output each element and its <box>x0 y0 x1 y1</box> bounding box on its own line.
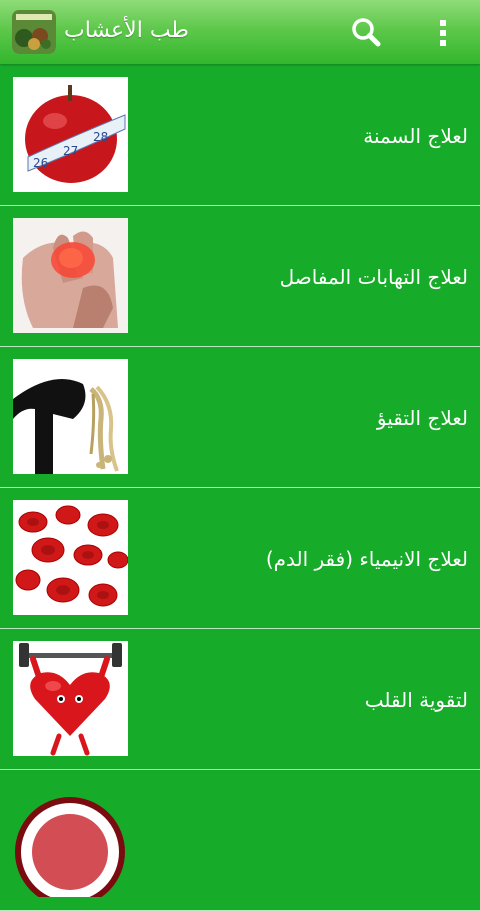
svg-text:26: 26 <box>33 156 48 170</box>
vomiting-figure-image <box>13 359 128 474</box>
list-item-label: لعلاج الانيمياء (فقر الدم) <box>265 546 468 571</box>
list-item-anemia[interactable]: لعلاج الانيمياء (فقر الدم) <box>0 488 480 629</box>
list-item-vomiting[interactable]: لعلاج التقيؤ <box>0 347 480 488</box>
herbs-app-icon[interactable] <box>12 10 56 54</box>
app-title: طب الأعشاب <box>64 18 189 43</box>
hand-joints-image <box>13 218 128 333</box>
svg-text:28: 28 <box>93 130 108 144</box>
overflow-menu-icon <box>440 20 446 46</box>
remedy-list: 26 27 28 لعلاج السمنة لعلاج التهابات الم… <box>0 65 480 911</box>
list-item-label: لعلاج التقيؤ <box>376 405 468 430</box>
app-bar: طب الأعشاب <box>0 0 480 64</box>
list-item-label: لعلاج السمنة <box>363 123 468 148</box>
search-icon <box>352 18 381 47</box>
apple-tape-image: 26 27 28 <box>13 77 128 192</box>
list-item-heart[interactable]: لتقوية القلب <box>0 629 480 770</box>
search-button[interactable] <box>346 12 386 52</box>
list-item-obesity[interactable]: 26 27 28 لعلاج السمنة <box>0 65 480 206</box>
list-item-arthritis[interactable]: لعلاج التهابات المفاصل <box>0 206 480 347</box>
svg-text:27: 27 <box>63 144 78 158</box>
overflow-menu-button[interactable] <box>428 12 458 52</box>
list-item-label: لتقوية القلب <box>364 687 468 712</box>
blood-cells-image <box>13 500 128 615</box>
partial-item-image <box>13 782 128 897</box>
heart-dumbbell-image <box>13 641 128 756</box>
list-item-label: لعلاج التهابات المفاصل <box>279 264 468 289</box>
list-item-partial[interactable] <box>0 770 480 911</box>
